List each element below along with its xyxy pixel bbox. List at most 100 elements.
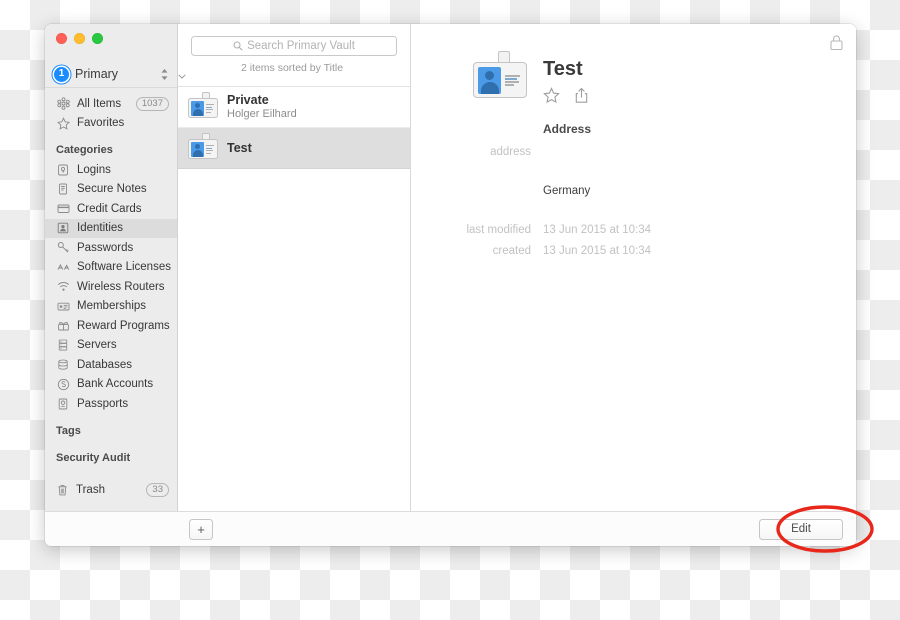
key-icon	[56, 241, 70, 255]
sort-control[interactable]: 2 items sorted by Title	[178, 56, 410, 87]
sidebar-item-credit-cards[interactable]: Credit Cards	[45, 199, 177, 219]
onepassword-logo-icon: 1	[54, 66, 69, 82]
detail-fields: Address address Germany last modified 13…	[411, 104, 856, 263]
meta-row: last modified 13 Jun 2015 at 10:34	[411, 221, 856, 239]
zoom-button[interactable]	[92, 33, 103, 44]
edit-button[interactable]: Edit	[759, 518, 843, 540]
field-label	[411, 182, 543, 200]
sidebar-item-label: Reward Programs	[77, 319, 170, 332]
sidebar-item-wireless-routers[interactable]: Wireless Routers	[45, 277, 177, 297]
detail-pane: Test Address address Germany last modifi…	[411, 24, 856, 511]
list-item-text: Test	[227, 141, 252, 155]
all-items-icon	[56, 97, 70, 111]
sidebar-list: All Items 1037 Favorites Categories Logi…	[45, 88, 177, 479]
sidebar-item-label: Credit Cards	[77, 202, 142, 215]
item-list-column: Search Primary Vault 2 items sorted by T…	[178, 24, 411, 511]
login-icon	[56, 163, 70, 177]
plus-icon: +	[197, 521, 205, 537]
bottom-mid: +	[177, 518, 422, 540]
field-row: Germany	[411, 182, 856, 200]
list-item-title: Private	[227, 93, 269, 107]
sidebar-item-label: Passwords	[77, 241, 134, 254]
bottom-right: Edit	[422, 518, 843, 540]
vault-name: Primary	[75, 67, 119, 81]
share-icon[interactable]	[574, 87, 589, 104]
close-button[interactable]	[56, 33, 67, 44]
passport-icon	[56, 397, 70, 411]
window-body: 1 Primary All Items 1037 Favorites Categ…	[45, 24, 856, 511]
trash-icon	[56, 484, 69, 497]
security-audit-header[interactable]: Security Audit	[45, 441, 177, 468]
field-value[interactable]: Germany	[543, 182, 590, 200]
add-item-button[interactable]: +	[189, 518, 213, 540]
star-icon[interactable]	[543, 87, 560, 104]
sidebar-item-label: Software Licenses	[77, 261, 171, 274]
list-item-title: Test	[227, 141, 252, 155]
reward-icon	[56, 319, 70, 333]
field-row: address	[411, 143, 856, 161]
sidebar-item-all-items[interactable]: All Items 1037	[45, 94, 177, 114]
meta-value: 13 Jun 2015 at 10:34	[543, 224, 652, 236]
edit-button-label: Edit	[791, 523, 811, 535]
sidebar-item-memberships[interactable]: Memberships	[45, 297, 177, 317]
detail-title-block: Test	[543, 58, 589, 104]
search-placeholder: Search Primary Vault	[247, 40, 355, 52]
sidebar-item-trash[interactable]: Trash 33	[45, 479, 177, 511]
sidebar-item-servers[interactable]: Servers	[45, 336, 177, 356]
database-icon	[56, 358, 70, 372]
sidebar-item-label: Logins	[77, 163, 111, 176]
sidebar: 1 Primary All Items 1037 Favorites Categ…	[45, 24, 178, 511]
sidebar-item-reward-programs[interactable]: Reward Programs	[45, 316, 177, 336]
sidebar-item-label: All Items	[77, 97, 122, 110]
identity-card-icon	[188, 133, 218, 159]
app-window: 1 Primary All Items 1037 Favorites Categ…	[45, 24, 856, 546]
sidebar-item-passwords[interactable]: Passwords	[45, 238, 177, 258]
search-input[interactable]: Search Primary Vault	[191, 36, 397, 56]
sidebar-item-label: Secure Notes	[77, 183, 147, 196]
tags-header[interactable]: Tags	[45, 414, 177, 441]
sidebar-item-identities[interactable]: Identities	[45, 218, 177, 238]
sidebar-item-label: Passports	[77, 397, 129, 410]
categories-header: Categories	[56, 144, 113, 156]
meta-label: last modified	[466, 224, 531, 236]
identity-card-icon	[473, 51, 527, 98]
list-item-text: Private Holger Eilhard	[227, 93, 297, 121]
sidebar-item-label: Identities	[77, 222, 124, 235]
sidebar-item-bank-accounts[interactable]: Bank Accounts	[45, 375, 177, 395]
list-item[interactable]: Test	[178, 128, 410, 169]
bank-icon	[56, 377, 70, 391]
field-label: address	[490, 146, 531, 158]
meta-value: 13 Jun 2015 at 10:34	[543, 245, 652, 257]
vault-stepper-icon[interactable]	[160, 68, 169, 81]
search-icon	[233, 41, 243, 51]
wifi-icon	[56, 280, 70, 294]
list-item[interactable]: Private Holger Eilhard	[178, 87, 410, 128]
lock-icon[interactable]	[829, 34, 844, 51]
server-icon	[56, 338, 70, 352]
sidebar-item-favorites[interactable]: Favorites	[45, 114, 177, 134]
sidebar-item-software-licenses[interactable]: Software Licenses	[45, 258, 177, 278]
sort-label: 2 items sorted by Title	[240, 62, 344, 74]
trash-count-badge: 33	[146, 483, 169, 497]
trash-label: Trash	[76, 484, 105, 496]
sidebar-item-label: Favorites	[77, 117, 125, 130]
sidebar-item-label: Databases	[77, 358, 132, 371]
credit-card-icon	[56, 202, 70, 216]
vault-selector[interactable]: 1 Primary	[45, 61, 177, 88]
sidebar-item-passports[interactable]: Passports	[45, 394, 177, 414]
identity-icon	[56, 221, 70, 235]
meta-label: created	[492, 245, 531, 257]
window-traffic-lights	[45, 24, 177, 57]
section-title: Address	[543, 122, 592, 136]
sidebar-item-label: Bank Accounts	[77, 378, 154, 391]
license-icon	[56, 260, 70, 274]
sidebar-item-label: Servers	[77, 339, 117, 352]
minimize-button[interactable]	[74, 33, 85, 44]
all-items-count-badge: 1037	[135, 96, 169, 111]
note-icon	[56, 182, 70, 196]
sidebar-item-secure-notes[interactable]: Secure Notes	[45, 180, 177, 200]
sidebar-item-logins[interactable]: Logins	[45, 160, 177, 180]
sidebar-item-databases[interactable]: Databases	[45, 355, 177, 375]
identity-card-icon	[188, 92, 218, 118]
chevron-down-icon	[178, 74, 410, 79]
